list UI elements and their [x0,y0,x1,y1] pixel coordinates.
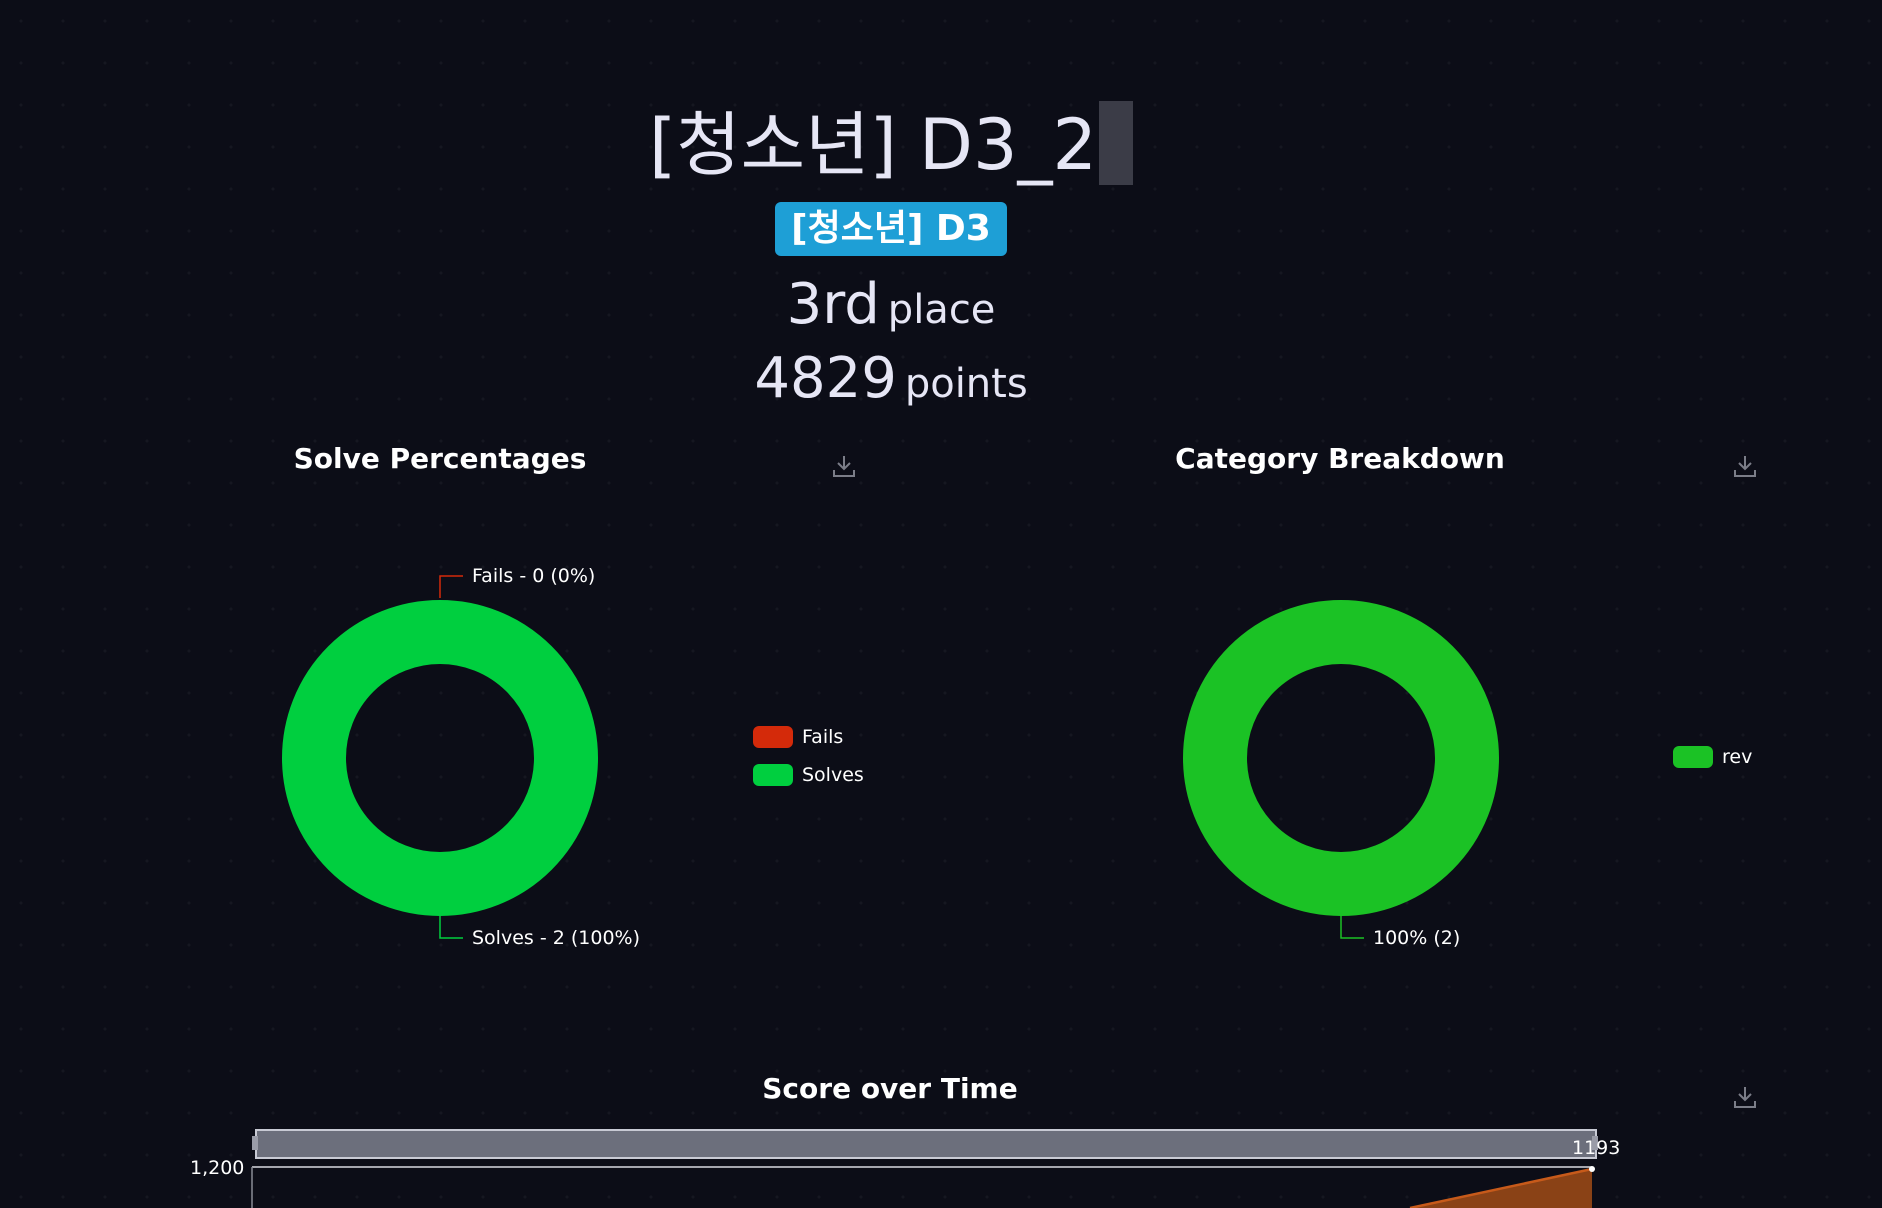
affiliation-badge[interactable]: [청소년] D3 [775,202,1007,256]
range-slider-handle-left[interactable] [252,1136,258,1150]
fails-label-leader [439,575,463,598]
legend-item-rev[interactable]: rev [1673,738,1752,776]
legend-item-solves[interactable]: Solves [753,756,864,794]
team-name-text: [청소년] D3_2 [648,104,1098,186]
score-end-point[interactable] [1589,1166,1595,1172]
download-icon[interactable] [1732,1084,1758,1110]
team-name-heading: [청소년] D3_2 [0,100,1782,190]
rev-slice-label: 100% (2) [1373,927,1460,949]
legend-item-fails[interactable]: Fails [753,718,864,756]
solves-label-leader [439,914,463,939]
download-icon[interactable] [831,453,857,479]
score-end-value-label: 1193 [1572,1137,1620,1159]
points-unit: points [904,361,1028,407]
solve-chart-title: Solve Percentages [293,442,587,475]
place-value: 3rd [786,272,880,337]
solve-legend: Fails Solves [753,718,864,794]
category-legend: rev [1673,738,1752,776]
download-icon[interactable] [1732,453,1758,479]
fails-slice-label: Fails - 0 (0%) [472,565,595,587]
legend-swatch-fails [753,726,793,748]
team-points: 4829 points [0,346,1782,411]
team-place: 3rd place [0,272,1782,337]
category-slice-rev[interactable] [1183,600,1499,916]
y-tick-1200: 1,200 [190,1157,244,1179]
legend-label-fails: Fails [802,726,844,748]
legend-swatch-rev [1673,746,1713,768]
category-donut-chart: 100% (2) [1183,600,1499,949]
solves-slice-label: Solves - 2 (100%) [472,927,640,949]
category-chart-title: Category Breakdown [1175,442,1505,475]
points-value: 4829 [754,346,897,411]
range-slider-bar[interactable] [255,1129,1597,1159]
score-area-chart: 1193 1,200 [190,1129,1620,1208]
rev-label-leader [1340,914,1364,939]
legend-label-solves: Solves [802,764,864,786]
legend-swatch-solves [753,764,793,786]
solve-slice-solves[interactable] [282,600,598,916]
place-unit: place [887,287,996,333]
legend-label-rev: rev [1722,746,1753,768]
team-page: [청소년] D3_2 [청소년] D3 3rd place 4829 points … [0,0,1882,1208]
solve-donut-chart: Fails - 0 (0%) Solves - 2 (100%) [282,565,640,949]
score-chart-title: Score over Time [762,1072,1018,1105]
text-cursor-block [1099,101,1134,185]
